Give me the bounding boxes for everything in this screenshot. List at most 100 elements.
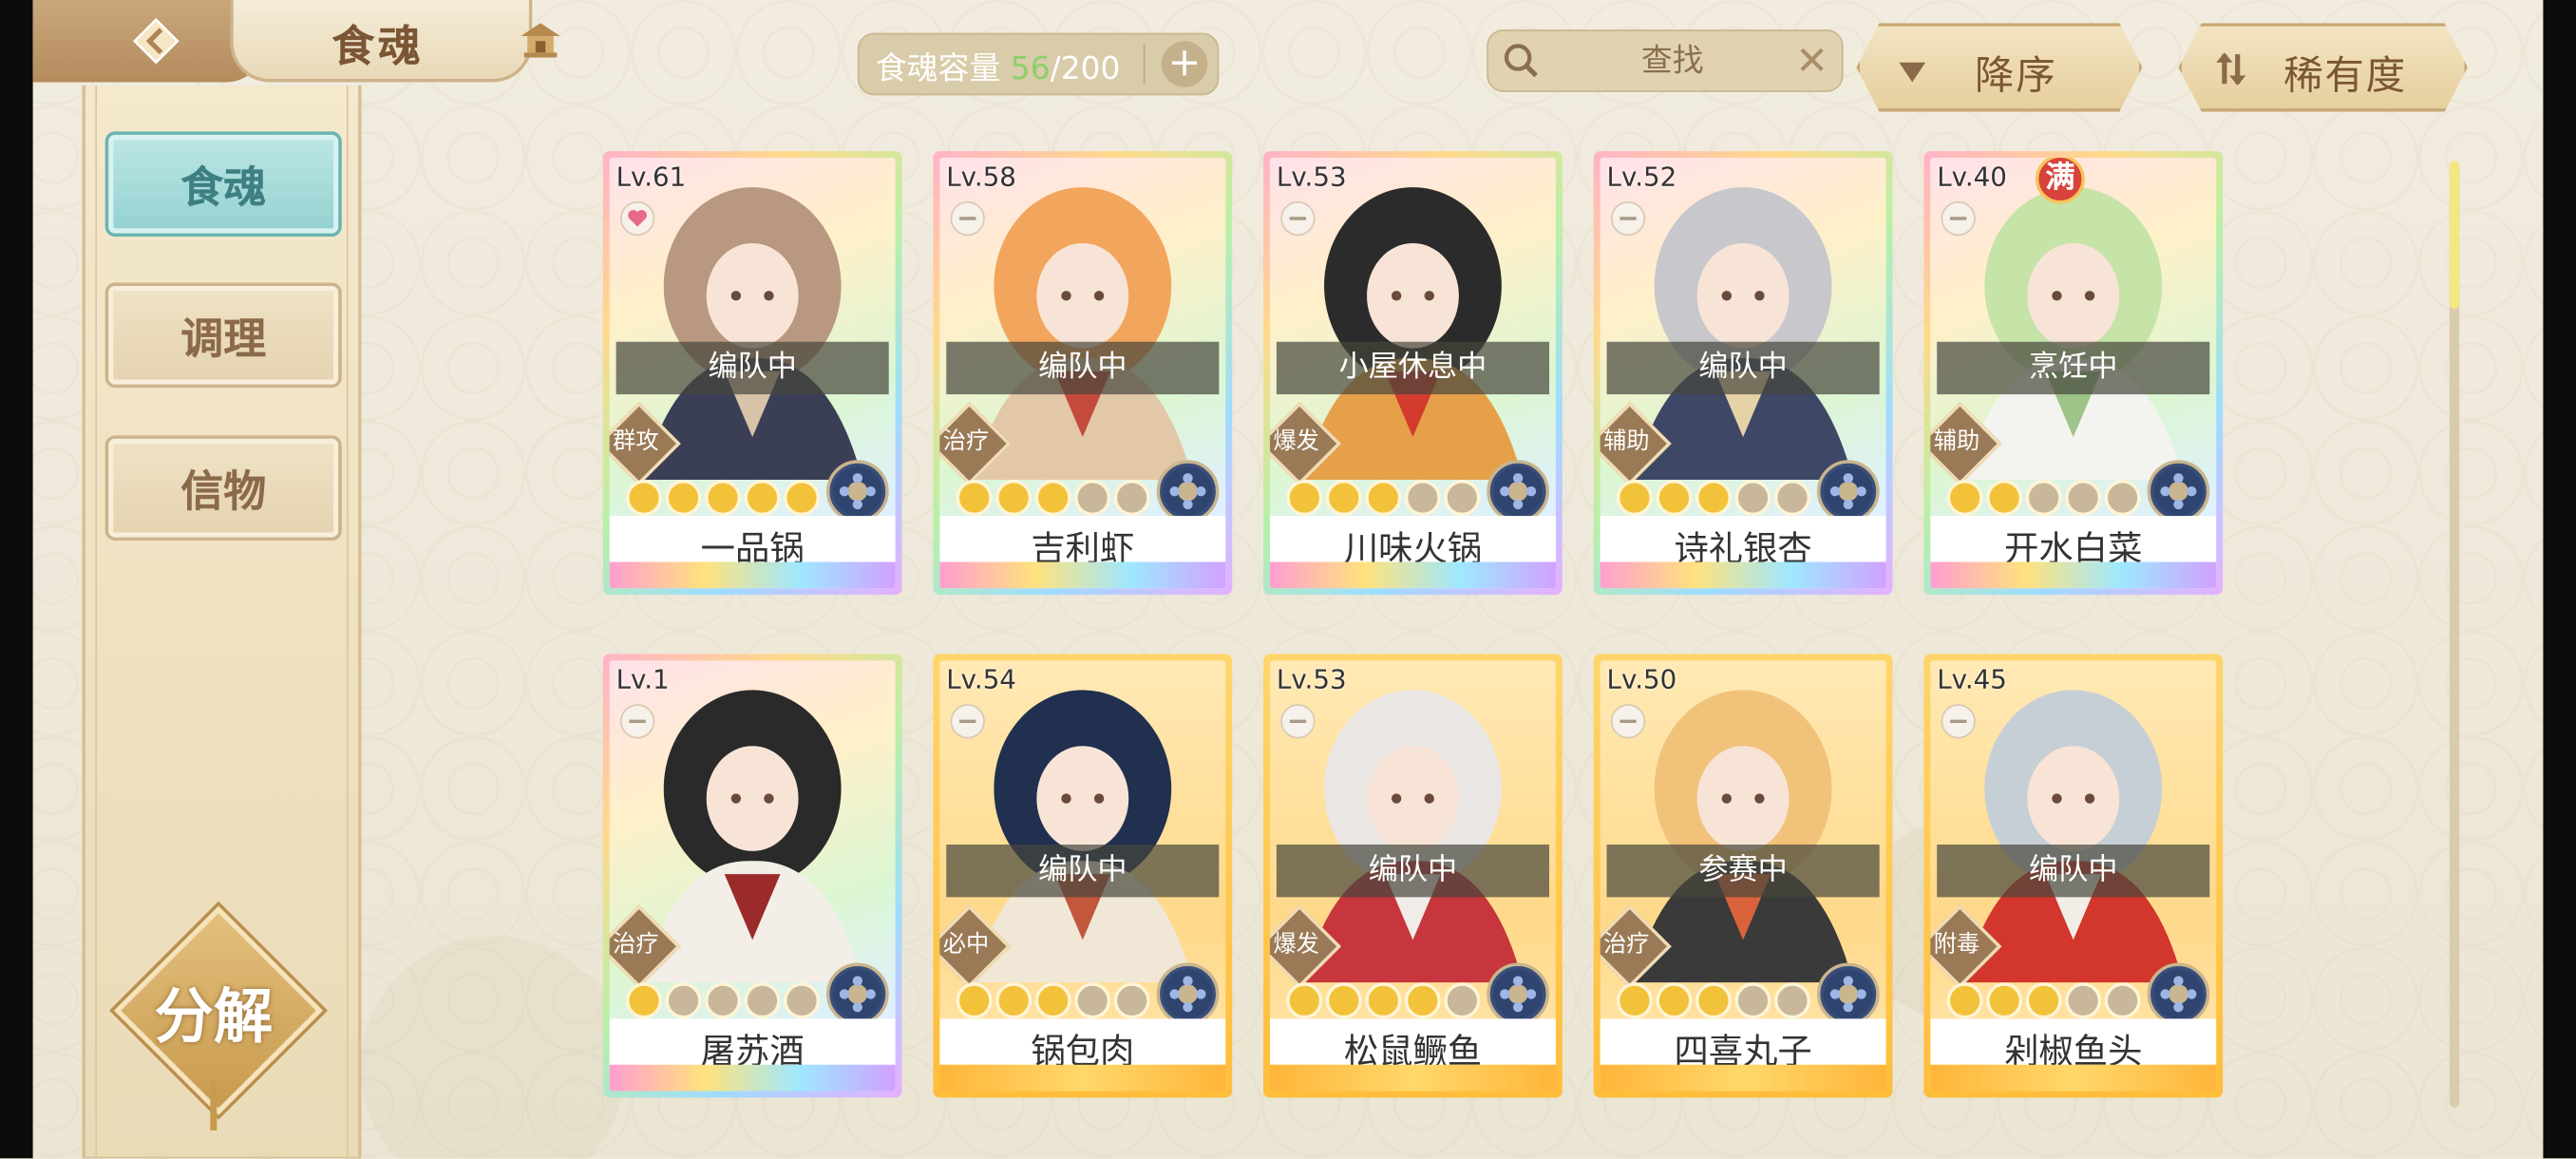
card-level: Lv.50: [1606, 663, 1677, 695]
status-banner: 编队中: [946, 341, 1220, 395]
star-rating: [1616, 982, 1811, 1019]
rarity-strip: [609, 1064, 896, 1092]
food-soul-card[interactable]: Lv.53 编队中 爆发 松鼠鳜鱼: [1263, 654, 1563, 1098]
role-badge: 治疗: [609, 904, 681, 989]
star-icon: [1325, 480, 1362, 517]
role-badge: 爆发: [1269, 401, 1342, 486]
star-icon: [1773, 982, 1811, 1019]
food-soul-card[interactable]: Lv.54 编队中 必中 锅包肉: [933, 654, 1233, 1098]
role-label: 爆发: [1273, 931, 1319, 959]
favorite-toggle-icon[interactable]: [1941, 200, 1977, 237]
rarity-strip: [939, 1064, 1226, 1092]
right-letterbox: [2543, 0, 2576, 1159]
favorite-toggle-icon[interactable]: [1610, 200, 1646, 237]
sidebar-item-food-souls[interactable]: 食魂: [104, 131, 342, 238]
star-icon: [625, 480, 663, 517]
favorite-toggle-icon[interactable]: [1610, 703, 1646, 739]
role-badge: 治疗: [939, 401, 1012, 486]
star-icon: [704, 982, 742, 1019]
role-badge: 辅助: [1930, 401, 2002, 486]
rarity-strip: [1269, 1064, 1556, 1092]
favorite-toggle-icon[interactable]: [1279, 200, 1316, 237]
star-icon: [1034, 480, 1071, 517]
star-icon: [2104, 480, 2141, 517]
role-label: 附毒: [1933, 931, 1980, 959]
food-soul-card[interactable]: Lv.40 满烹饪中 辅助 开水白菜: [1923, 151, 2224, 596]
sort-field-button[interactable]: 稀有度: [2178, 23, 2468, 112]
card-level: Lv.58: [946, 161, 1016, 193]
card-level: Lv.54: [946, 663, 1016, 695]
back-button[interactable]: [32, 0, 263, 83]
status-banner: 编队中: [1276, 845, 1550, 898]
card-inner: Lv.58 编队中 治疗 吉利虾: [939, 158, 1226, 589]
sidebar-item-label: 调理: [180, 315, 267, 365]
rarity-strip: [1930, 1064, 2217, 1092]
capacity-divider: [1143, 44, 1146, 85]
sidebar-item-cooking[interactable]: 调理: [104, 282, 342, 389]
scrollbar[interactable]: [2449, 161, 2460, 1108]
capacity-text: 食魂容量 56/200: [876, 45, 1121, 89]
food-soul-card[interactable]: Lv.53 小屋休息中 爆发 川味火锅: [1263, 151, 1563, 596]
favorite-toggle-icon[interactable]: [1279, 703, 1316, 739]
role-badge: 治疗: [1600, 904, 1672, 989]
favorite-toggle-icon[interactable]: [1941, 703, 1977, 739]
sidebar-item-tokens[interactable]: 信物: [104, 435, 342, 542]
element-icon: [1156, 460, 1220, 523]
element-icon: [1487, 962, 1550, 1026]
card-level: Lv.52: [1606, 161, 1677, 193]
element-icon: [1487, 460, 1550, 523]
clear-search-icon[interactable]: ✕: [1795, 38, 1828, 84]
sort-order-label: 降序: [1974, 52, 2057, 99]
title-tab: 食魂: [230, 0, 533, 83]
card-inner: Lv.52 编队中 辅助 诗礼银杏: [1600, 158, 1886, 589]
food-soul-card[interactable]: Lv.50 参赛中 治疗 四喜丸子: [1593, 654, 1893, 1098]
capacity-indicator: 食魂容量 56/200 +: [857, 32, 1220, 96]
triangle-down-icon: [1899, 62, 1926, 83]
heart-icon[interactable]: [619, 200, 655, 237]
star-rating: [625, 982, 821, 1019]
element-icon: [1816, 460, 1880, 523]
rarity-strip: [1269, 561, 1556, 589]
food-soul-card[interactable]: Lv.1 治疗 屠苏酒: [602, 654, 902, 1098]
sidebar-item-label: 食魂: [180, 163, 267, 214]
sort-order-button[interactable]: 降序: [1856, 23, 2143, 112]
star-icon: [1074, 982, 1111, 1019]
food-soul-card[interactable]: Lv.52 编队中 辅助 诗礼银杏: [1593, 151, 1893, 596]
search-box: ✕: [1487, 29, 1844, 92]
search-input[interactable]: [1554, 41, 1791, 81]
food-soul-card[interactable]: Lv.61 编队中 群攻 一品锅: [602, 151, 902, 596]
status-banner: 烹饪中: [1937, 341, 2210, 395]
scrollbar-thumb[interactable]: [2449, 161, 2460, 310]
element-icon: [825, 962, 889, 1026]
back-arrow-icon: [132, 17, 180, 65]
food-soul-card[interactable]: Lv.45 编队中 附毒 剁椒鱼头: [1923, 654, 2224, 1098]
pavilion-icon[interactable]: [518, 16, 563, 62]
favorite-toggle-icon[interactable]: [950, 703, 986, 739]
star-icon: [1734, 480, 1771, 517]
card-inner: Lv.61 编队中 群攻 一品锅: [609, 158, 896, 589]
star-icon: [744, 982, 781, 1019]
left-letterbox: [0, 0, 33, 1159]
capacity-current: 56: [1010, 50, 1051, 87]
card-level: Lv.61: [616, 161, 687, 193]
favorite-toggle-icon[interactable]: [950, 200, 986, 237]
role-label: 治疗: [1603, 931, 1650, 959]
decompose-button[interactable]: 分解: [113, 905, 324, 1130]
role-badge: 附毒: [1930, 904, 2002, 989]
element-icon: [2147, 460, 2210, 523]
star-icon: [2065, 480, 2102, 517]
card-inner: Lv.50 参赛中 治疗 四喜丸子: [1600, 660, 1886, 1092]
star-rating: [1286, 982, 1481, 1019]
card-level: Lv.45: [1937, 663, 2007, 695]
status-banner: 小屋休息中: [1276, 341, 1550, 395]
food-soul-card[interactable]: Lv.58 编队中 治疗 吉利虾: [933, 151, 1233, 596]
add-capacity-button[interactable]: +: [1161, 41, 1208, 87]
star-icon: [956, 982, 993, 1019]
card-level: Lv.53: [1276, 161, 1347, 193]
element-icon: [1156, 962, 1220, 1026]
rarity-strip: [609, 561, 896, 589]
capacity-max: /200: [1050, 50, 1121, 87]
favorite-toggle-icon[interactable]: [619, 703, 655, 739]
star-icon: [1365, 982, 1402, 1019]
role-label: 爆发: [1273, 428, 1319, 456]
